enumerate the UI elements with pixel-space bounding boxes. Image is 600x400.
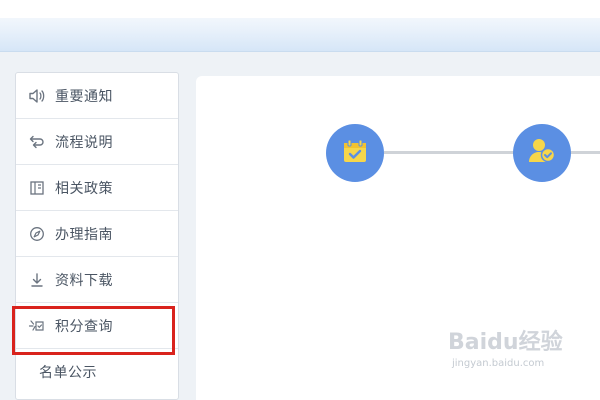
sidebar-item-notice[interactable]: 重要通知 xyxy=(16,73,178,119)
top-banner-strip xyxy=(0,0,600,18)
flow-icon xyxy=(27,132,47,152)
sidebar-item-policy[interactable]: 相关政策 xyxy=(16,165,178,211)
sidebar-item-label: 资料下载 xyxy=(55,272,113,289)
sidebar-menu: 重要通知 流程说明 相关政策 办理指南 资料下载 积分查询 名单公示 xyxy=(15,72,179,400)
sidebar-item-public-list[interactable]: 名单公示 xyxy=(16,349,178,395)
compass-icon xyxy=(27,224,47,244)
sidebar-item-process[interactable]: 流程说明 xyxy=(16,119,178,165)
sidebar-item-label: 重要通知 xyxy=(55,88,113,105)
sidebar-item-label: 相关政策 xyxy=(55,180,113,197)
sidebar-item-label: 办理指南 xyxy=(55,226,113,243)
top-banner xyxy=(0,0,600,52)
sidebar-item-label: 积分查询 xyxy=(55,318,113,335)
sidebar-item-label: 流程说明 xyxy=(55,134,113,151)
speaker-icon xyxy=(27,86,47,106)
step-2-user-verify[interactable] xyxy=(513,124,571,182)
calendar-check-icon xyxy=(340,136,370,170)
user-check-icon xyxy=(526,135,558,171)
sidebar-item-guide[interactable]: 办理指南 xyxy=(16,211,178,257)
book-icon xyxy=(27,178,47,198)
download-icon xyxy=(27,270,47,290)
sidebar-item-points-query[interactable]: 积分查询 xyxy=(16,303,178,349)
step-1-calendar[interactable] xyxy=(326,124,384,182)
sidebar-item-label: 名单公示 xyxy=(39,365,97,381)
star-check-icon xyxy=(27,316,47,336)
sidebar-item-download[interactable]: 资料下载 xyxy=(16,257,178,303)
